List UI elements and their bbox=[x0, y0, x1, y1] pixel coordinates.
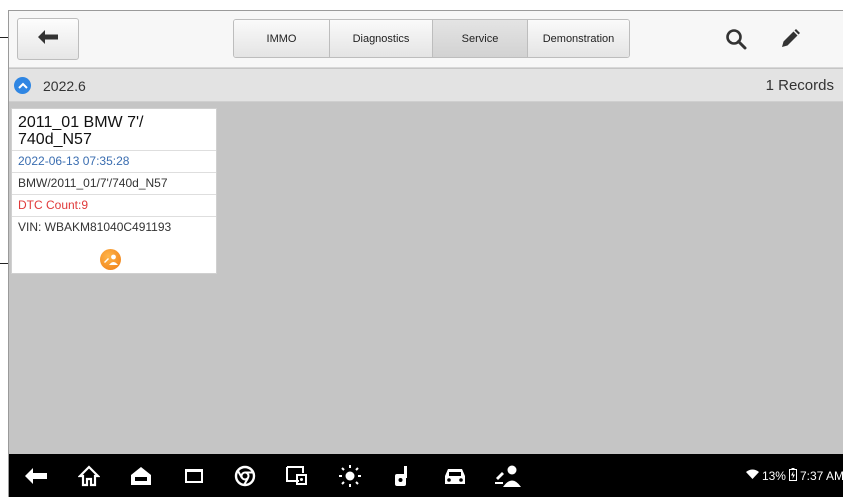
callout-line bbox=[0, 37, 8, 38]
tab-immo[interactable]: IMMO bbox=[234, 20, 330, 57]
chevron-up-icon[interactable] bbox=[14, 77, 31, 94]
vehicle-icon[interactable] bbox=[442, 463, 468, 489]
recent-apps-icon[interactable] bbox=[181, 463, 207, 489]
status-area: 13% 7:37 AM bbox=[745, 468, 843, 484]
home-icon[interactable] bbox=[76, 463, 102, 489]
remote-expert-icon[interactable] bbox=[100, 249, 121, 270]
record-date: 2022-06-13 07:35:28 bbox=[12, 150, 216, 172]
tab-service[interactable]: Service bbox=[433, 20, 528, 57]
pencil-icon[interactable] bbox=[775, 24, 805, 54]
record-card[interactable]: 2011_01 BMW 7'/ 740d_N57 2022-06-13 07:3… bbox=[11, 108, 217, 274]
callout-line bbox=[0, 263, 8, 264]
brightness-icon[interactable] bbox=[337, 463, 363, 489]
wifi-icon bbox=[745, 469, 759, 483]
record-path: BMW/2011_01/7'/740d_N57 bbox=[12, 172, 216, 194]
search-icon[interactable] bbox=[721, 24, 751, 54]
record-dtc-count: DTC Count:9 bbox=[12, 194, 216, 216]
browser-icon[interactable] bbox=[232, 463, 258, 489]
record-group-header[interactable]: 2022.6 1 Records bbox=[9, 69, 843, 102]
record-title-line: 2011_01 BMW 7'/ 740d_N57 bbox=[18, 114, 144, 148]
screenshot-icon[interactable] bbox=[284, 463, 310, 489]
battery-charging-icon bbox=[788, 468, 797, 484]
back-button[interactable] bbox=[17, 18, 79, 60]
system-navigation-bar: 13% 7:37 AM bbox=[9, 454, 843, 497]
back-arrow-icon bbox=[37, 29, 59, 50]
battery-level: 13% bbox=[761, 469, 786, 483]
remote-support-icon[interactable] bbox=[495, 463, 521, 489]
document-frame: IMMO Diagnostics Service Demonstration 2… bbox=[0, 0, 843, 497]
tab-diagnostics[interactable]: Diagnostics bbox=[330, 20, 433, 57]
vci-connection-icon[interactable] bbox=[390, 463, 416, 489]
record-vin: VIN: WBAKM81040C491193 bbox=[12, 216, 216, 238]
function-tabs: IMMO Diagnostics Service Demonstration bbox=[233, 19, 630, 58]
top-toolbar: IMMO Diagnostics Service Demonstration bbox=[9, 11, 843, 68]
tab-demonstration[interactable]: Demonstration bbox=[528, 20, 629, 57]
app-screen: IMMO Diagnostics Service Demonstration 2… bbox=[8, 10, 843, 497]
garage-home-icon[interactable] bbox=[128, 463, 154, 489]
clock: 7:37 AM bbox=[799, 469, 843, 483]
back-icon[interactable] bbox=[23, 463, 49, 489]
record-title: 2011_01 BMW 7'/ 740d_N57 bbox=[18, 114, 208, 148]
group-title: 2022.6 bbox=[43, 78, 86, 94]
record-count: 1 Records bbox=[765, 77, 834, 94]
